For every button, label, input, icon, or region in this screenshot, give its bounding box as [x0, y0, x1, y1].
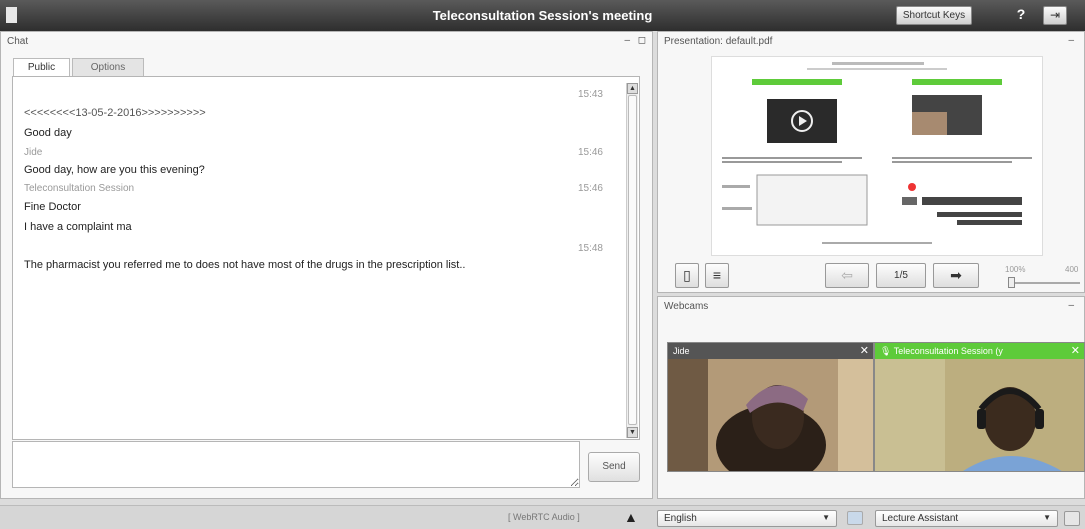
chat-message: Fine Doctor — [24, 201, 81, 213]
message-timestamp: 15:46 — [577, 183, 603, 194]
chat-message-input[interactable] — [12, 441, 580, 488]
send-button[interactable]: Send — [588, 452, 640, 482]
date-divider: <<<<<<<<13-05-2-2016>>>>>>>>>> — [24, 107, 206, 119]
presentation-title: Presentation: default.pdf — [664, 36, 773, 47]
webcam-user-name: Teleconsultation Session (y — [893, 346, 1003, 356]
message-sender: Jide — [24, 147, 43, 158]
upload-file-icon: ▯ — [683, 267, 691, 283]
warning-icon[interactable]: ▲ — [624, 509, 638, 525]
help-button[interactable]: ? — [1011, 6, 1031, 25]
maximize-icon[interactable]: ◻ — [638, 35, 646, 46]
message-timestamp: 15:46 — [577, 147, 603, 158]
message-timestamp: 15:48 — [577, 243, 603, 254]
scroll-down-icon[interactable]: ▼ — [627, 427, 638, 438]
webcam-user-name: Jide — [673, 346, 690, 356]
logout-button[interactable]: ⇥ — [1043, 6, 1067, 25]
upload-presentation-button[interactable]: ▯ — [675, 263, 699, 288]
zoom-min-label: 100% — [1005, 265, 1026, 274]
scroll-up-icon[interactable]: ▲ — [627, 83, 638, 94]
webcam-header: 🎙 Teleconsultation Session (y ✕ — [875, 343, 1084, 359]
webcam-video-feed — [875, 359, 1084, 471]
previous-slide-button[interactable]: ⇦ — [825, 263, 869, 288]
layout-select[interactable]: Lecture Assistant ▼ — [875, 510, 1058, 527]
webcam-jide[interactable]: Jide ✕ — [667, 342, 874, 472]
message-timestamp: 15:43 — [577, 89, 603, 100]
minimize-icon[interactable]: – — [624, 35, 630, 46]
chat-panel-title: Chat — [7, 36, 29, 47]
webcam-header: Jide ✕ — [668, 343, 873, 359]
chevron-down-icon: ▼ — [822, 513, 830, 522]
tab-options[interactable]: Options — [72, 58, 144, 76]
title-bar: Teleconsultation Session's meeting Short… — [0, 0, 1085, 31]
webcam-video-feed — [668, 359, 873, 471]
zoom-max-label: 400 — [1065, 265, 1079, 274]
chevron-down-icon: ▼ — [1043, 513, 1051, 522]
minimize-icon[interactable]: – — [1068, 35, 1074, 46]
zoom-slider-track[interactable] — [1010, 282, 1080, 284]
chat-message-log[interactable]: 15:43 <<<<<<<<13-05-2-2016>>>>>>>>>> Goo… — [12, 76, 640, 440]
chat-message: Good day, how are you this evening? — [24, 164, 205, 176]
arrow-right-icon: ➡ — [950, 267, 962, 283]
scroll-thumb[interactable] — [628, 95, 637, 425]
shortcut-keys-button[interactable]: Shortcut Keys — [896, 6, 972, 25]
language-value: English — [664, 513, 697, 524]
close-icon[interactable]: ✕ — [1071, 344, 1080, 357]
message-sender: Teleconsultation Session — [24, 183, 135, 194]
next-slide-button[interactable]: ➡ — [933, 263, 979, 288]
webcams-title: Webcams — [664, 301, 709, 312]
chat-scrollbar[interactable]: ▲ ▼ — [626, 83, 638, 438]
chat-message: I have a complaint ma — [24, 221, 132, 233]
apply-layout-button[interactable] — [1064, 511, 1080, 526]
webcam-teleconsultation-session[interactable]: 🎙 Teleconsultation Session (y ✕ — [874, 342, 1085, 472]
close-icon[interactable]: ✕ — [860, 344, 869, 357]
webrtc-audio-label: [ WebRTC Audio ] — [508, 512, 580, 522]
slide-page-indicator[interactable]: 1/5 — [876, 263, 926, 288]
logout-icon: ⇥ — [1049, 8, 1061, 22]
tab-public[interactable]: Public — [13, 58, 70, 76]
layout-value: Lecture Assistant — [882, 513, 959, 524]
language-select[interactable]: English ▼ — [657, 510, 837, 527]
slide-thumbnail-graphic — [722, 62, 1032, 244]
chat-message: The pharmacist you referred me to does n… — [24, 259, 466, 271]
align-lines-icon: ≡ — [712, 267, 722, 283]
microphone-icon: 🎙 — [880, 346, 892, 356]
chat-message: Good day — [24, 127, 72, 139]
presentation-slide[interactable] — [711, 56, 1043, 256]
fit-width-button[interactable]: ≡ — [705, 263, 729, 288]
layout-icon[interactable] — [847, 511, 863, 525]
status-bar: [ WebRTC Audio ] ▲ English ▼ Lecture Ass… — [0, 505, 1085, 529]
zoom-slider-thumb[interactable] — [1008, 277, 1015, 288]
arrow-left-icon: ⇦ — [841, 267, 853, 283]
minimize-icon[interactable]: – — [1068, 300, 1074, 311]
